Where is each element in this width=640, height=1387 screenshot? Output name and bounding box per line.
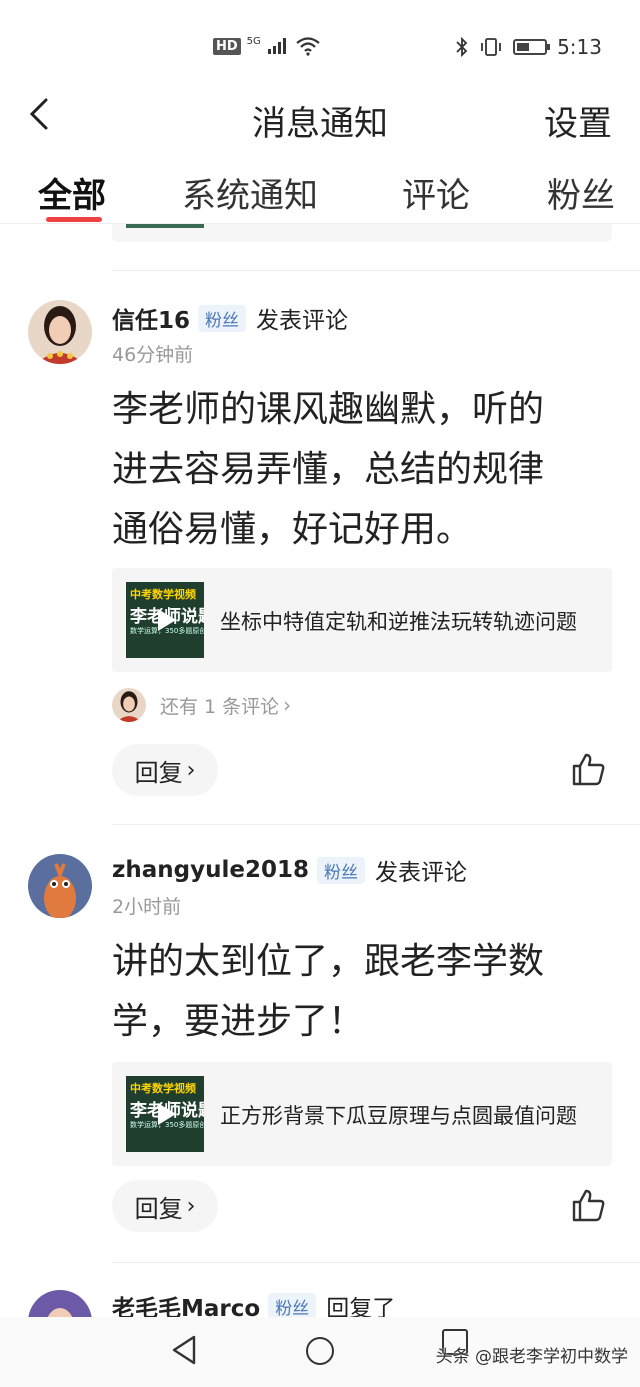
video-card[interactable]: 中考数学视频 李老师说题 数学运算，350多题原创精选 正方形背景下瓜豆原理与点… (112, 1062, 612, 1166)
action-text: 发表评论 (374, 860, 467, 886)
video-thumbnail: 中考数学视频 李老师说题 数学运算，350多题原创精选 (126, 582, 204, 658)
more-comments-text: 还有 1 条评论 (160, 695, 280, 718)
divider (112, 270, 640, 271)
comment-line: 讲的太到位了，跟老李学数 (112, 941, 545, 982)
hd-badge: HD (213, 37, 241, 55)
video-title: 坐标中特值定轨和逆推法玩转轨迹问题 (220, 610, 577, 634)
comment-line: 通俗易懂，好记好用。 (112, 509, 473, 550)
previous-video-card[interactable] (112, 224, 612, 242)
comment-line: 李老师的课风趣幽默，听的 (112, 389, 545, 430)
mini-avatar (112, 688, 146, 722)
thumbs-up-icon[interactable] (570, 1187, 606, 1223)
battery-icon (513, 39, 551, 55)
chevron-right-icon: › (186, 1193, 196, 1219)
nav-back-icon[interactable] (170, 1334, 198, 1366)
tab-all[interactable]: 全部 (38, 168, 106, 217)
user-line: zhangyule2018 粉丝 发表评论 (112, 852, 467, 888)
avatar[interactable] (28, 300, 92, 364)
signal-icon (267, 38, 286, 54)
reply-button[interactable]: 回复 › (112, 1180, 218, 1232)
tab-system-notices[interactable]: 系统通知 (182, 168, 318, 217)
thumbs-up-icon[interactable] (570, 751, 606, 787)
divider (112, 1262, 640, 1263)
video-title: 正方形背景下瓜豆原理与点圆最值问题 (220, 1104, 577, 1128)
username[interactable]: zhangyule2018 (112, 857, 309, 883)
play-icon (158, 1103, 176, 1125)
comment-text: 李老师的课风趣幽默，听的 进去容易弄懂，总结的规律 通俗易懂，好记好用。 (112, 380, 612, 560)
bluetooth-icon (456, 36, 468, 58)
system-nav-bar: 头条 @跟老李学初中数学 (0, 1317, 640, 1387)
reply-label: 回复 (134, 758, 183, 787)
network-generation: 5G (246, 35, 261, 47)
watermark: 头条 @跟老李学初中数学 (435, 1347, 628, 1367)
chevron-right-icon: › (186, 757, 196, 783)
reply-label: 回复 (134, 1194, 183, 1223)
tab-bar: 全部 系统通知 评论 粉丝 (0, 160, 640, 224)
comment-line: 进去容易弄懂，总结的规律 (112, 449, 545, 490)
settings-button[interactable]: 设置 (544, 96, 612, 145)
active-tab-indicator (46, 217, 102, 222)
header: 消息通知 设置 (0, 88, 640, 146)
comment-text: 讲的太到位了，跟老李学数 学，要进步了！ (112, 932, 612, 1052)
video-card[interactable]: 中考数学视频 李老师说题 数学运算，350多题原创精选 坐标中特值定轨和逆推法玩… (112, 568, 612, 672)
fan-badge: 粉丝 (268, 1292, 317, 1320)
fan-badge: 粉丝 (316, 856, 365, 884)
thumbnail-caption: 中考数学视频 (130, 588, 196, 601)
tab-fans[interactable]: 粉丝 (547, 168, 615, 217)
play-icon (158, 609, 176, 631)
comment-line: 学，要进步了！ (112, 1001, 365, 1042)
fan-badge: 粉丝 (198, 304, 247, 332)
action-text: 发表评论 (256, 308, 349, 334)
avatar[interactable] (28, 854, 92, 918)
clock: 5:13 (557, 35, 602, 59)
wifi-icon (296, 37, 320, 56)
chevron-right-icon: › (283, 693, 292, 717)
divider (112, 824, 640, 825)
user-line: 信任16 粉丝 发表评论 (112, 300, 348, 336)
reply-button[interactable]: 回复 › (112, 744, 218, 796)
timestamp: 46分钟前 (112, 344, 194, 366)
network-indicators: HD 5G (213, 36, 321, 56)
system-indicators: 5:13 (455, 35, 602, 59)
nav-home-icon[interactable] (306, 1337, 334, 1365)
status-bar: HD 5G 5:13 (0, 0, 640, 90)
tab-comments[interactable]: 评论 (402, 168, 470, 217)
video-thumbnail: 中考数学视频 李老师说题 数学运算，350多题原创精选 (126, 1076, 204, 1152)
vibrate-icon (481, 38, 501, 56)
timestamp: 2小时前 (112, 896, 182, 918)
thumbnail-caption: 中考数学视频 (130, 1082, 196, 1095)
username[interactable]: 信任16 (112, 301, 190, 335)
more-comments-link[interactable]: 还有 1 条评论 › (112, 688, 291, 722)
